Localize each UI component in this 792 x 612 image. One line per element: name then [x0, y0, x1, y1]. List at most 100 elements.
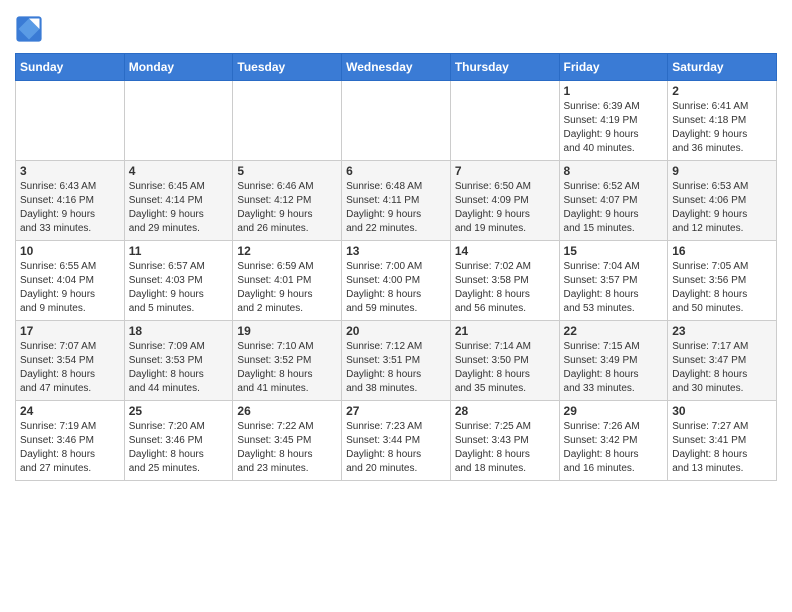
day-info: Sunrise: 7:15 AM Sunset: 3:49 PM Dayligh… [564, 340, 664, 396]
calendar-cell: 4 Sunrise: 6:45 AM Sunset: 4:14 PM Daylig… [124, 161, 233, 241]
day-number: 5 [237, 164, 337, 178]
calendar-header-row: SundayMondayTuesdayWednesdayThursdayFrid… [16, 54, 777, 81]
day-number: 28 [455, 404, 555, 418]
day-number: 6 [346, 164, 446, 178]
calendar-cell: 22 Sunrise: 7:15 AM Sunset: 3:49 PM Dayli… [559, 321, 668, 401]
calendar-cell [16, 81, 125, 161]
calendar-week-row: 24 Sunrise: 7:19 AM Sunset: 3:46 PM Dayli… [16, 401, 777, 481]
day-info: Sunrise: 7:07 AM Sunset: 3:54 PM Dayligh… [20, 340, 120, 396]
day-info: Sunrise: 6:52 AM Sunset: 4:07 PM Dayligh… [564, 180, 664, 236]
day-info: Sunrise: 6:55 AM Sunset: 4:04 PM Dayligh… [20, 260, 120, 316]
day-info: Sunrise: 7:23 AM Sunset: 3:44 PM Dayligh… [346, 420, 446, 476]
day-info: Sunrise: 6:41 AM Sunset: 4:18 PM Dayligh… [672, 100, 772, 156]
column-header-sunday: Sunday [16, 54, 125, 81]
day-info: Sunrise: 7:04 AM Sunset: 3:57 PM Dayligh… [564, 260, 664, 316]
day-number: 27 [346, 404, 446, 418]
calendar-week-row: 10 Sunrise: 6:55 AM Sunset: 4:04 PM Dayli… [16, 241, 777, 321]
calendar-cell: 12 Sunrise: 6:59 AM Sunset: 4:01 PM Dayli… [233, 241, 342, 321]
day-number: 7 [455, 164, 555, 178]
day-info: Sunrise: 6:53 AM Sunset: 4:06 PM Dayligh… [672, 180, 772, 236]
calendar-week-row: 1Sunrise: 6:39 AM Sunset: 4:19 PM Daylig… [16, 81, 777, 161]
calendar-cell: 28Sunrise: 7:25 AM Sunset: 3:43 PM Dayli… [450, 401, 559, 481]
calendar-cell [450, 81, 559, 161]
calendar-cell: 20Sunrise: 7:12 AM Sunset: 3:51 PM Dayli… [342, 321, 451, 401]
day-number: 20 [346, 324, 446, 338]
calendar-cell: 13 Sunrise: 7:00 AM Sunset: 4:00 PM Dayli… [342, 241, 451, 321]
day-info: Sunrise: 6:59 AM Sunset: 4:01 PM Dayligh… [237, 260, 337, 316]
calendar-cell: 3 Sunrise: 6:43 AM Sunset: 4:16 PM Daylig… [16, 161, 125, 241]
page-header [15, 15, 777, 43]
calendar-cell: 25 Sunrise: 7:20 AM Sunset: 3:46 PM Dayli… [124, 401, 233, 481]
calendar-cell: 7 Sunrise: 6:50 AM Sunset: 4:09 PM Daylig… [450, 161, 559, 241]
calendar-cell: 24 Sunrise: 7:19 AM Sunset: 3:46 PM Dayli… [16, 401, 125, 481]
calendar-cell: 14Sunrise: 7:02 AM Sunset: 3:58 PM Dayli… [450, 241, 559, 321]
day-number: 23 [672, 324, 772, 338]
day-info: Sunrise: 7:09 AM Sunset: 3:53 PM Dayligh… [129, 340, 229, 396]
day-number: 17 [20, 324, 120, 338]
day-info: Sunrise: 7:10 AM Sunset: 3:52 PM Dayligh… [237, 340, 337, 396]
calendar-cell: 11 Sunrise: 6:57 AM Sunset: 4:03 PM Dayli… [124, 241, 233, 321]
day-number: 2 [672, 84, 772, 98]
day-number: 25 [129, 404, 229, 418]
column-header-saturday: Saturday [668, 54, 777, 81]
day-number: 24 [20, 404, 120, 418]
column-header-thursday: Thursday [450, 54, 559, 81]
calendar-cell: 27 Sunrise: 7:23 AM Sunset: 3:44 PM Dayli… [342, 401, 451, 481]
calendar-week-row: 3 Sunrise: 6:43 AM Sunset: 4:16 PM Daylig… [16, 161, 777, 241]
calendar-cell: 6 Sunrise: 6:48 AM Sunset: 4:11 PM Daylig… [342, 161, 451, 241]
day-number: 13 [346, 244, 446, 258]
calendar-cell: 26 Sunrise: 7:22 AM Sunset: 3:45 PM Dayli… [233, 401, 342, 481]
day-number: 30 [672, 404, 772, 418]
day-info: Sunrise: 7:02 AM Sunset: 3:58 PM Dayligh… [455, 260, 555, 316]
day-number: 26 [237, 404, 337, 418]
day-number: 29 [564, 404, 664, 418]
day-number: 12 [237, 244, 337, 258]
day-number: 15 [564, 244, 664, 258]
day-info: Sunrise: 6:45 AM Sunset: 4:14 PM Dayligh… [129, 180, 229, 236]
day-number: 10 [20, 244, 120, 258]
calendar: SundayMondayTuesdayWednesdayThursdayFrid… [15, 53, 777, 481]
day-number: 4 [129, 164, 229, 178]
day-info: Sunrise: 6:46 AM Sunset: 4:12 PM Dayligh… [237, 180, 337, 236]
calendar-cell [233, 81, 342, 161]
day-number: 19 [237, 324, 337, 338]
calendar-cell: 2 Sunrise: 6:41 AM Sunset: 4:18 PM Daylig… [668, 81, 777, 161]
calendar-cell: 23 Sunrise: 7:17 AM Sunset: 3:47 PM Dayli… [668, 321, 777, 401]
day-number: 18 [129, 324, 229, 338]
day-info: Sunrise: 7:22 AM Sunset: 3:45 PM Dayligh… [237, 420, 337, 476]
day-info: Sunrise: 7:05 AM Sunset: 3:56 PM Dayligh… [672, 260, 772, 316]
day-number: 11 [129, 244, 229, 258]
calendar-cell: 21 Sunrise: 7:14 AM Sunset: 3:50 PM Dayli… [450, 321, 559, 401]
day-info: Sunrise: 7:00 AM Sunset: 4:00 PM Dayligh… [346, 260, 446, 316]
calendar-cell: 5 Sunrise: 6:46 AM Sunset: 4:12 PM Daylig… [233, 161, 342, 241]
day-number: 3 [20, 164, 120, 178]
calendar-cell: 16 Sunrise: 7:05 AM Sunset: 3:56 PM Dayli… [668, 241, 777, 321]
day-info: Sunrise: 7:26 AM Sunset: 3:42 PM Dayligh… [564, 420, 664, 476]
calendar-cell [342, 81, 451, 161]
day-info: Sunrise: 7:14 AM Sunset: 3:50 PM Dayligh… [455, 340, 555, 396]
logo [15, 15, 47, 43]
day-info: Sunrise: 7:19 AM Sunset: 3:46 PM Dayligh… [20, 420, 120, 476]
day-info: Sunrise: 7:20 AM Sunset: 3:46 PM Dayligh… [129, 420, 229, 476]
calendar-cell: 19 Sunrise: 7:10 AM Sunset: 3:52 PM Dayli… [233, 321, 342, 401]
calendar-cell: 1Sunrise: 6:39 AM Sunset: 4:19 PM Daylig… [559, 81, 668, 161]
day-number: 21 [455, 324, 555, 338]
day-number: 8 [564, 164, 664, 178]
day-info: Sunrise: 7:27 AM Sunset: 3:41 PM Dayligh… [672, 420, 772, 476]
calendar-cell [124, 81, 233, 161]
day-info: Sunrise: 6:43 AM Sunset: 4:16 PM Dayligh… [20, 180, 120, 236]
column-header-tuesday: Tuesday [233, 54, 342, 81]
day-number: 22 [564, 324, 664, 338]
column-header-friday: Friday [559, 54, 668, 81]
calendar-cell: 15 Sunrise: 7:04 AM Sunset: 3:57 PM Dayli… [559, 241, 668, 321]
calendar-week-row: 17 Sunrise: 7:07 AM Sunset: 3:54 PM Dayli… [16, 321, 777, 401]
day-info: Sunrise: 6:57 AM Sunset: 4:03 PM Dayligh… [129, 260, 229, 316]
day-info: Sunrise: 6:50 AM Sunset: 4:09 PM Dayligh… [455, 180, 555, 236]
column-header-wednesday: Wednesday [342, 54, 451, 81]
calendar-cell: 8 Sunrise: 6:52 AM Sunset: 4:07 PM Daylig… [559, 161, 668, 241]
day-info: Sunrise: 7:17 AM Sunset: 3:47 PM Dayligh… [672, 340, 772, 396]
day-info: Sunrise: 6:48 AM Sunset: 4:11 PM Dayligh… [346, 180, 446, 236]
column-header-monday: Monday [124, 54, 233, 81]
day-info: Sunrise: 6:39 AM Sunset: 4:19 PM Dayligh… [564, 100, 664, 156]
day-number: 16 [672, 244, 772, 258]
